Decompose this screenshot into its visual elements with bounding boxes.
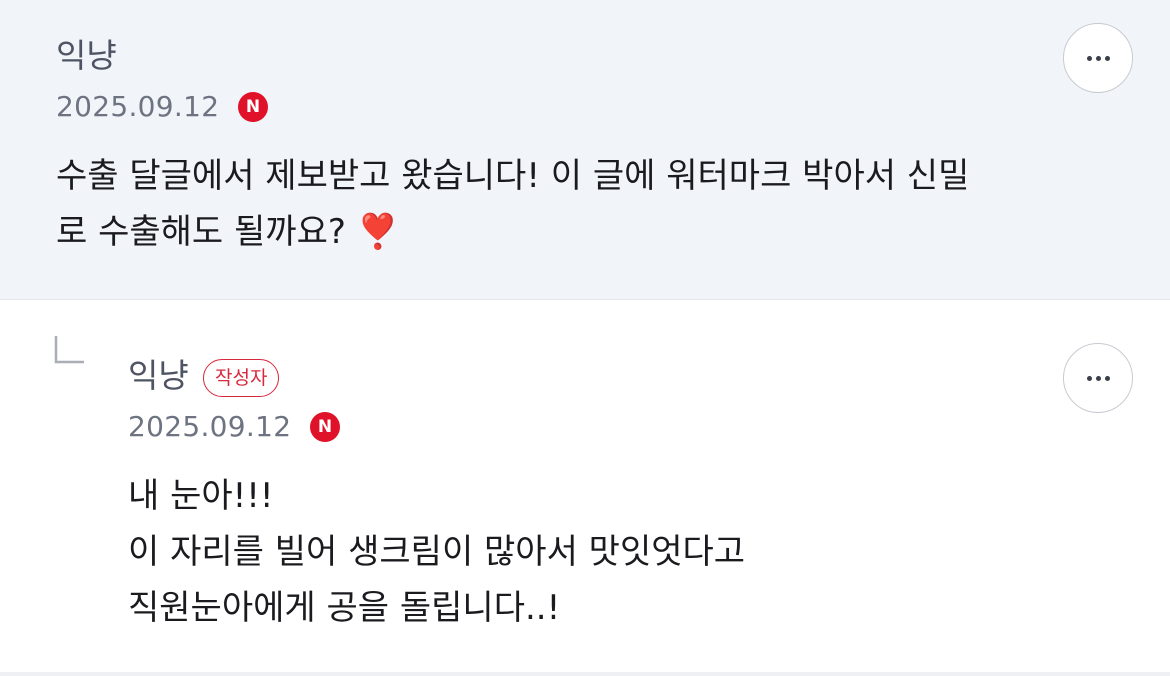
reply-item: 익냥 작성자 2025.09.12 N 내 눈아!!! 이 자리를 빌어 생크림… [0, 300, 1170, 676]
comment-author[interactable]: 익냥 [56, 36, 117, 76]
more-dots-icon [1086, 55, 1092, 61]
new-badge: N [310, 412, 340, 442]
more-dots-icon [1086, 375, 1092, 381]
comment-author[interactable]: 익냥 [128, 356, 189, 396]
comment-body-line: 직원눈아에게 공을 돌립니다..! [128, 588, 561, 628]
heart-exclamation-icon: ❣️ [356, 212, 400, 252]
comment-item: 익냥 2025.09.12 N 수출 달글에서 제보받고 왔습니다! 이 글에 … [0, 0, 1170, 300]
reply-arrow-icon [54, 336, 84, 364]
new-badge: N [238, 92, 268, 122]
comment-body: 내 눈아!!! 이 자리를 빌어 생크림이 많아서 맛잇엇다고 직원눈아에게 공… [128, 468, 1128, 636]
comment-body: 수출 달글에서 제보받고 왔습니다! 이 글에 워터마크 박아서 신밀 로 수출… [56, 148, 1136, 260]
comment-body-line: 내 눈아!!! [128, 476, 274, 516]
more-options-button[interactable] [1063, 23, 1133, 93]
comment-body-line: 이 자리를 빌어 생크림이 많아서 맛잇엇다고 [128, 532, 746, 572]
comment-date: 2025.09.12 [56, 90, 220, 123]
more-options-button[interactable] [1063, 343, 1133, 413]
divider [0, 672, 1170, 676]
comment-body-line: 로 수출해도 될까요? ❣️ [56, 212, 400, 252]
writer-badge: 작성자 [203, 359, 280, 397]
comment-date: 2025.09.12 [128, 410, 292, 443]
comment-body-line: 수출 달글에서 제보받고 왔습니다! 이 글에 워터마크 박아서 신밀 [56, 156, 970, 196]
